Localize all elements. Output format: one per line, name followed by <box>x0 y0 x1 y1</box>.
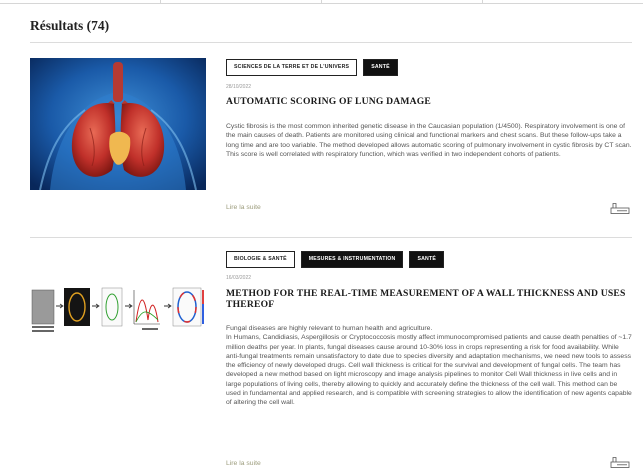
article-description: Fungal diseases are highly relevant to h… <box>226 324 632 408</box>
article-title[interactable]: METHOD FOR THE REAL-TIME MEASUREMENT OF … <box>226 288 626 310</box>
article-title[interactable]: AUTOMATIC SCORING OF LUNG DAMAGE <box>226 96 626 107</box>
tag-sciences-terre[interactable]: Sciences de la Terre et de l'Univers <box>226 59 358 76</box>
description-paragraph: Fungal diseases are highly relevant to h… <box>226 325 433 332</box>
article-description: Cystic fibrosis is the most common inher… <box>226 122 632 159</box>
tag-list: Sciences de la Terre et de l'Univers San… <box>226 59 398 76</box>
article-date: 16/03/2022 <box>226 275 252 281</box>
top-tab-segment[interactable] <box>322 0 483 4</box>
top-tab-segment[interactable] <box>161 0 322 4</box>
top-tab-segment[interactable] <box>483 0 643 4</box>
divider <box>30 237 632 238</box>
read-more-link[interactable]: Lire la suite <box>226 460 261 467</box>
top-tab-segment[interactable] <box>0 0 161 4</box>
article-date: 28/10/2022 <box>226 84 252 90</box>
article-image-cell-wall[interactable] <box>30 284 206 344</box>
bookmark-icon[interactable] <box>610 202 630 214</box>
tag-biologie-sante[interactable]: Biologie & Santé <box>226 251 295 268</box>
lungs-illustration <box>30 58 206 190</box>
article-image-lungs[interactable] <box>30 58 206 190</box>
description-paragraph: Cystic fibrosis is the most common inher… <box>226 123 632 158</box>
results-heading: Résultats (74) <box>30 18 110 33</box>
description-paragraph: In Humans, Candidiasis, Aspergillosis or… <box>226 334 632 407</box>
tag-mesures-instrumentation[interactable]: Mesures & Instrumentation <box>300 251 404 268</box>
tag-sante[interactable]: Santé <box>363 59 398 76</box>
top-tab-strip <box>0 0 643 4</box>
bookmark-icon[interactable] <box>610 456 630 468</box>
cell-wall-figure <box>30 284 206 344</box>
tag-sante[interactable]: Santé <box>409 251 445 268</box>
divider <box>30 42 632 43</box>
read-more-link[interactable]: Lire la suite <box>226 204 261 211</box>
tag-list: Biologie & Santé Mesures & Instrumentati… <box>226 251 445 268</box>
